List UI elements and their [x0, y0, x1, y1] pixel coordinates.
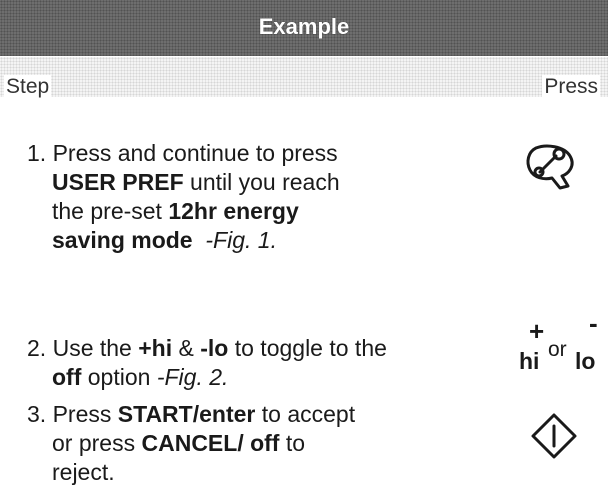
button-name: CANCEL/ off	[141, 430, 280, 456]
step-number: 3.	[27, 401, 47, 427]
step-text: reject.	[52, 459, 115, 485]
step-text: the pre-set	[52, 198, 169, 224]
button-name: START/enter	[117, 401, 256, 427]
step-1-line-2: USER PREF until you reach	[27, 168, 497, 197]
step-text: Press and continue to press	[52, 140, 338, 166]
hi-label: hi	[519, 348, 540, 374]
step-1-line-3: the pre-set 12hr energy	[27, 197, 497, 226]
step-text: to	[279, 430, 306, 456]
step-1-line-1: 1. Press and continue to press	[27, 139, 497, 168]
step-3-line-3: reject.	[27, 458, 497, 487]
step-1: 1. Press and continue to press USER PREF…	[27, 139, 497, 255]
table-header	[0, 57, 608, 97]
mode-name: saving mode	[52, 227, 193, 253]
figure-ref: -Fig. 1.	[205, 227, 277, 253]
step-3-line-1: 3. Press START/enter to accept	[27, 400, 497, 429]
step-text: Press	[52, 401, 118, 427]
option-name: off	[52, 364, 82, 390]
step-text: to toggle to the	[228, 335, 387, 361]
step-2-line-1: 2. Use the +hi & -lo to toggle to the	[27, 334, 497, 363]
button-name: USER PREF	[52, 169, 184, 195]
step-text: option	[81, 364, 157, 390]
step-number: 1.	[27, 140, 47, 166]
mode-name: 12hr energy	[168, 198, 299, 224]
step-3: 3. Press START/enter to accept or press …	[27, 400, 497, 487]
button-name: +hi	[138, 335, 173, 361]
lo-label: lo	[575, 348, 596, 374]
step-2-line-2: off option -Fig. 2.	[27, 363, 497, 392]
step-text: Use the	[52, 335, 139, 361]
minus-sign: -	[589, 308, 598, 338]
step-3-line-2: or press CANCEL/ off to	[27, 429, 497, 458]
step-number: 2.	[27, 335, 47, 361]
header-press: Press	[542, 75, 600, 99]
plus-sign: +	[529, 316, 545, 346]
step-2: 2. Use the +hi & -lo to toggle to the of…	[27, 334, 497, 392]
step-text: until you reach	[183, 169, 340, 195]
wrench-gear-icon	[526, 144, 574, 190]
step-text: &	[172, 335, 201, 361]
step-text: or press	[52, 430, 142, 456]
header-step: Step	[4, 75, 52, 99]
figure-ref: -Fig. 2.	[156, 364, 229, 390]
page-title: Example	[258, 14, 350, 39]
hi-lo-buttons: + - hi or lo	[509, 302, 601, 382]
step-text: to accept	[255, 401, 356, 427]
start-diamond-icon	[531, 413, 577, 459]
button-name: -lo	[200, 335, 229, 361]
or-label: or	[548, 338, 567, 361]
step-1-line-4: saving mode -Fig. 1.	[27, 226, 497, 255]
